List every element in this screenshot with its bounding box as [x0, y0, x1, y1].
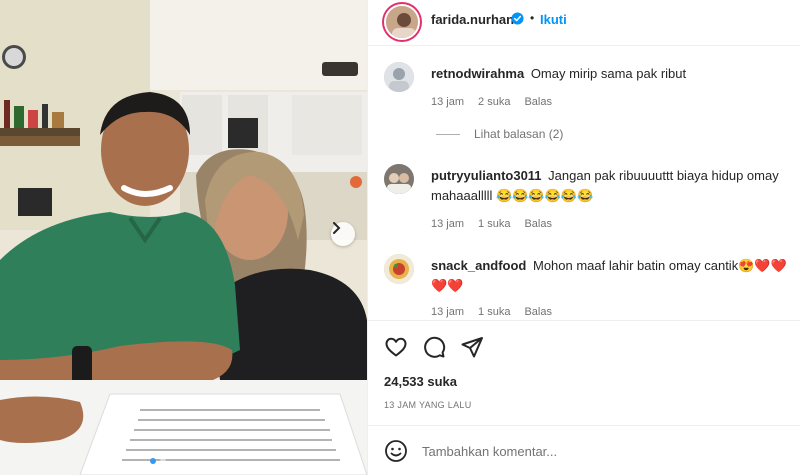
comment-icon[interactable]: [422, 335, 446, 359]
share-icon[interactable]: [460, 335, 484, 359]
commenter-avatar[interactable]: [384, 62, 414, 92]
comment-time: 13 jam: [431, 218, 465, 230]
next-photo-button[interactable]: [331, 222, 355, 246]
comment-meta: 13 jam 1 suka Balas: [431, 306, 552, 318]
comment-likes[interactable]: 1 suka: [478, 306, 510, 318]
comment-meta: 13 jam 2 suka Balas: [431, 96, 552, 108]
comment-text: putryyulianto3011 Jangan pak ribuuuuttt …: [431, 166, 796, 206]
carousel-dot: [150, 458, 156, 464]
chevron-right-icon: [333, 222, 341, 234]
replies-line: [436, 133, 460, 135]
carousel-indicator: [150, 458, 166, 464]
comment-body: Omay mirip sama pak ribut: [530, 66, 687, 81]
post-timestamp: 13 JAM YANG LALU: [384, 400, 472, 410]
comment-input[interactable]: [422, 440, 782, 462]
view-replies-button[interactable]: Lihat balasan (2): [436, 127, 563, 141]
comment-likes[interactable]: 1 suka: [478, 218, 510, 230]
reply-button[interactable]: Balas: [524, 306, 552, 318]
commenter-username[interactable]: retnodwirahma: [431, 66, 524, 81]
heart-icon[interactable]: [384, 335, 408, 359]
reply-button[interactable]: Balas: [524, 96, 552, 108]
view-replies-label: Lihat balasan (2): [474, 127, 564, 141]
commenter-username[interactable]: snack_andfood: [431, 258, 526, 273]
commenter-username[interactable]: putryyulianto3011: [431, 168, 542, 183]
photo-illustration: [0, 0, 367, 475]
comment-likes[interactable]: 2 suka: [478, 96, 510, 108]
commenter-avatar[interactable]: [384, 254, 414, 284]
post-actions: 24,533 suka 13 JAM YANG LALU: [368, 320, 800, 440]
verified-badge-icon: [511, 12, 524, 25]
post-header: farida.nurhan • Ikuti: [368, 0, 800, 46]
comment-time: 13 jam: [431, 306, 465, 318]
post-photo[interactable]: [0, 0, 367, 475]
comment-meta: 13 jam 1 suka Balas: [431, 218, 552, 230]
emoji-icon[interactable]: [384, 439, 408, 463]
carousel-dot: [160, 458, 166, 464]
header-separator: •: [530, 11, 535, 25]
comment-text: snack_andfood Mohon maaf lahir batin oma…: [431, 256, 796, 296]
author-avatar[interactable]: [384, 4, 420, 40]
reply-button[interactable]: Balas: [524, 218, 552, 230]
author-username[interactable]: farida.nurhan: [431, 12, 514, 27]
follow-button[interactable]: Ikuti: [540, 12, 567, 27]
comment-text: retnodwirahma Omay mirip sama pak ribut: [431, 64, 796, 84]
post-details-panel: farida.nurhan • Ikuti retnodwirahma Omay…: [367, 0, 800, 475]
likes-count[interactable]: 24,533 suka: [384, 374, 457, 389]
commenter-avatar[interactable]: [384, 164, 414, 194]
add-comment-bar: [368, 425, 800, 475]
comment-time: 13 jam: [431, 96, 465, 108]
